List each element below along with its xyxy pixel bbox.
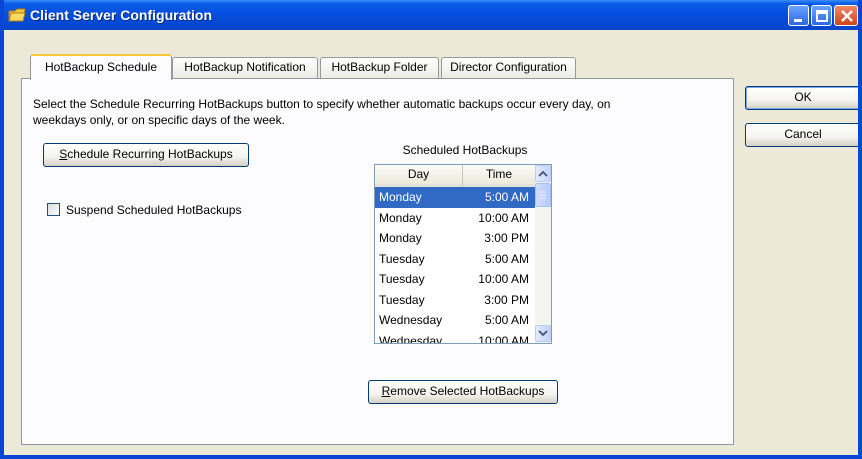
window-title: Client Server Configuration	[30, 7, 213, 23]
remove-button-accelerator: R	[381, 384, 391, 398]
row-time: 5:00 AM	[484, 190, 529, 204]
schedule-button-label: chedule Recurring HotBackups	[67, 147, 233, 161]
row-time: 10:00 AM	[478, 272, 529, 286]
minimize-button[interactable]	[788, 5, 809, 26]
row-day: Wednesday	[379, 313, 443, 327]
scheduled-list-title: Scheduled HotBackups	[402, 143, 528, 157]
row-time: 5:00 AM	[484, 313, 529, 327]
scroll-up-button[interactable]	[535, 165, 551, 182]
suspend-checkbox[interactable]	[47, 203, 60, 216]
row-day: Monday	[379, 190, 422, 204]
list-rows: Monday 5:00 AM Monday 10:00 AM Monday 3:00 …	[375, 187, 535, 344]
ok-button[interactable]: OK	[745, 86, 858, 110]
schedule-description: Select the Schedule Recurring HotBackups…	[33, 97, 611, 127]
folder-key-icon	[8, 7, 26, 23]
list-row[interactable]: Monday 3:00 PM	[375, 228, 535, 249]
column-header-time[interactable]: Time	[463, 165, 535, 187]
list-row[interactable]: Tuesday 3:00 PM	[375, 290, 535, 311]
list-row[interactable]: Wednesday 10:00 AM	[375, 331, 535, 344]
row-day: Tuesday	[379, 251, 425, 266]
configuration-window: Client Server Configuration HotBackup Sc…	[0, 0, 862, 459]
suspend-label: Suspend Scheduled HotBackups	[66, 203, 242, 217]
tab-hotbackup-schedule[interactable]: HotBackup Schedule	[30, 54, 172, 80]
row-day: Monday	[379, 210, 422, 225]
remove-button-label: emove Selected HotBackups	[390, 384, 545, 398]
scroll-down-button[interactable]	[535, 325, 551, 342]
remove-selected-button[interactable]: Remove Selected HotBackups	[368, 380, 558, 404]
minimize-icon	[794, 19, 802, 22]
row-time: 3:00 PM	[484, 231, 529, 245]
tab-director-configuration[interactable]: Director Configuration	[441, 57, 576, 78]
row-time: 5:00 AM	[484, 251, 529, 266]
close-icon	[841, 10, 853, 22]
maximize-button[interactable]	[811, 5, 832, 26]
row-time: 3:00 PM	[484, 292, 529, 307]
list-row[interactable]: Monday 10:00 AM	[375, 208, 535, 229]
list-row[interactable]: Monday 5:00 AM	[375, 187, 535, 208]
list-row[interactable]: Tuesday 10:00 AM	[375, 269, 535, 290]
title-bar[interactable]: Client Server Configuration	[4, 0, 858, 30]
cancel-button[interactable]: Cancel	[745, 123, 858, 147]
close-button[interactable]	[834, 5, 858, 26]
tab-hotbackup-folder[interactable]: HotBackup Folder	[320, 57, 439, 78]
list-row[interactable]: Tuesday 5:00 AM	[375, 249, 535, 270]
scheduled-hotbackups-list[interactable]: Day Time Monday 5:00 AM Monday 10:00 AM Mo…	[374, 164, 552, 344]
list-row[interactable]: Wednesday 5:00 AM	[375, 310, 535, 331]
list-scrollbar[interactable]	[535, 165, 551, 343]
row-day: Tuesday	[379, 272, 425, 286]
column-header-day[interactable]: Day	[375, 165, 463, 187]
schedule-recurring-button[interactable]: Schedule Recurring HotBackups	[43, 143, 249, 167]
row-day: Tuesday	[379, 292, 425, 307]
list-header: Day Time	[375, 165, 535, 187]
chevron-down-icon	[538, 330, 548, 337]
row-time: 10:00 AM	[478, 333, 529, 344]
grip-icon	[540, 191, 546, 199]
scroll-thumb[interactable]	[535, 183, 551, 207]
row-day: Wednesday	[379, 333, 443, 344]
maximize-icon	[816, 10, 828, 22]
row-day: Monday	[379, 231, 422, 245]
tab-hotbackup-notification[interactable]: HotBackup Notification	[172, 57, 318, 78]
row-time: 10:00 AM	[478, 210, 529, 225]
chevron-up-icon	[538, 170, 548, 177]
